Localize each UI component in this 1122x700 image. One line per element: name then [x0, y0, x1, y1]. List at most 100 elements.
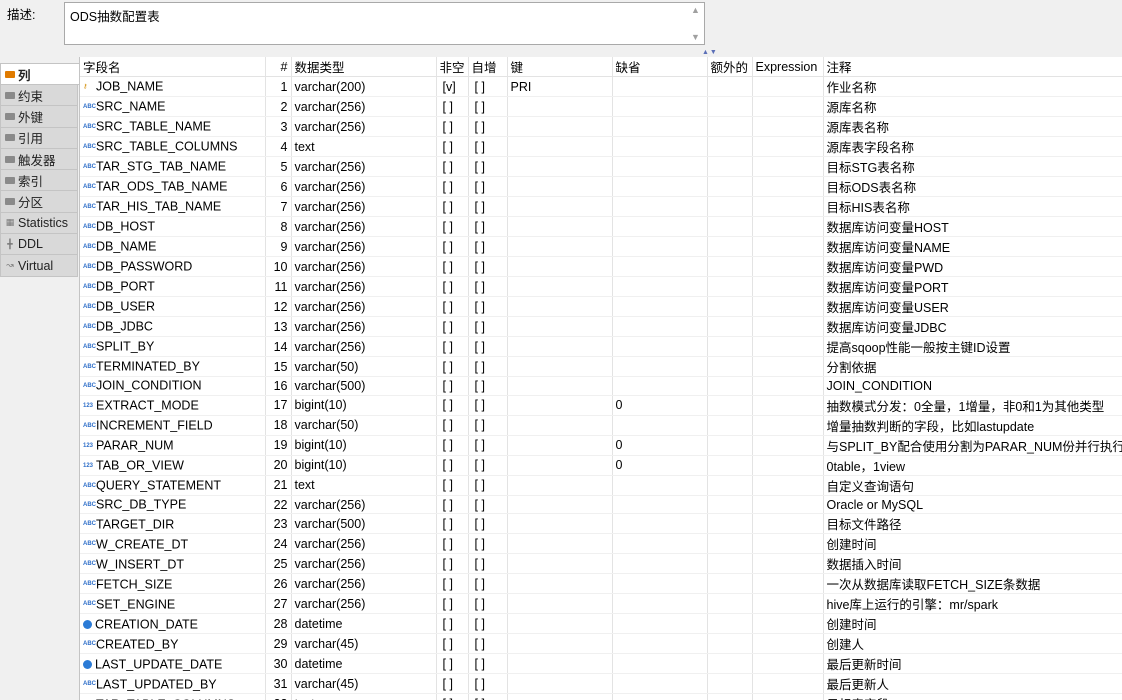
cell-comment[interactable]: 目标表字段 [823, 693, 1122, 700]
cell-key[interactable] [507, 136, 613, 157]
cell-key[interactable] [507, 176, 613, 197]
cell-extra[interactable] [707, 216, 753, 237]
cell-name[interactable]: ABCTAR_ODS_TAB_NAME [80, 176, 266, 197]
cell-comment[interactable]: JOIN_CONDITION [823, 376, 1122, 396]
cell-key[interactable] [507, 116, 613, 137]
cell-expression[interactable] [752, 513, 824, 535]
cell-expression[interactable] [752, 96, 824, 117]
table-row[interactable]: 123 PARAR_NUM 19 bigint(10)[ ][ ] 0 与SPLIT_BY… [80, 435, 1122, 456]
table-row[interactable]: ABCSET_ENGINE 27 varchar(256)[ ][ ] hive库上运… [80, 593, 1122, 615]
cell-default[interactable] [612, 415, 708, 436]
cell-auto-increment-checkbox[interactable]: [ ] [468, 236, 508, 257]
cell-expression[interactable] [752, 256, 824, 277]
cell-ordinal[interactable]: 9 [265, 236, 292, 257]
cell-auto-increment-checkbox[interactable]: [ ] [468, 613, 508, 635]
cell-ordinal[interactable]: 2 [265, 96, 292, 117]
cell-default[interactable] [612, 256, 708, 277]
cell-auto-increment-checkbox[interactable]: [ ] [468, 495, 508, 515]
cell-auto-increment-checkbox[interactable]: [ ] [468, 276, 508, 297]
cell-key[interactable] [507, 236, 613, 257]
cell-expression[interactable] [752, 415, 824, 436]
cell-not-null-checkbox[interactable]: [ ] [436, 256, 469, 277]
cell-not-null-checkbox[interactable]: [ ] [436, 475, 469, 496]
cell-ordinal[interactable]: 16 [265, 376, 292, 396]
cell-default[interactable] [612, 613, 708, 635]
cell-default[interactable] [612, 316, 708, 337]
table-row[interactable]: ABCDB_PASSWORD 10 varchar(256)[ ][ ] 数据库访问变… [80, 256, 1122, 277]
cell-type[interactable]: datetime [291, 653, 437, 675]
cell-type[interactable]: bigint(10) [291, 455, 437, 476]
tab-3[interactable]: 引用 [0, 127, 78, 149]
cell-ordinal[interactable]: 17 [265, 395, 292, 416]
cell-comment[interactable]: 目标文件路径 [823, 513, 1122, 535]
cell-extra[interactable] [707, 176, 753, 197]
cell-extra[interactable] [707, 495, 753, 515]
table-row[interactable]: ABCTAR_STG_TAB_NAME 5 varchar(256)[ ][ ] 目标… [80, 156, 1122, 177]
cell-default[interactable] [612, 236, 708, 257]
cell-ordinal[interactable]: 25 [265, 553, 292, 575]
cell-auto-increment-checkbox[interactable]: [ ] [468, 693, 508, 700]
cell-extra[interactable] [707, 673, 753, 695]
cell-name[interactable]: ABCW_INSERT_DT [80, 553, 266, 575]
cell-comment[interactable]: hive库上运行的引擎：mr/spark [823, 593, 1122, 615]
cell-name[interactable]: ABCW_CREATE_DT [80, 533, 266, 555]
cell-type[interactable]: varchar(256) [291, 196, 437, 217]
cell-not-null-checkbox[interactable]: [ ] [436, 336, 469, 357]
cell-key[interactable]: PRI [507, 76, 613, 97]
cell-auto-increment-checkbox[interactable]: [ ] [468, 256, 508, 277]
cell-expression[interactable] [752, 116, 824, 137]
cell-not-null-checkbox[interactable]: [ ] [436, 276, 469, 297]
cell-auto-increment-checkbox[interactable]: [ ] [468, 196, 508, 217]
cell-auto-increment-checkbox[interactable]: [ ] [468, 553, 508, 575]
description-scrollbar[interactable]: ▲ ▼ [687, 3, 704, 44]
column-header-default[interactable]: 缺省 [612, 57, 708, 77]
cell-comment[interactable]: 数据库访问变量PORT [823, 276, 1122, 297]
cell-extra[interactable] [707, 593, 753, 615]
column-header-auto-increment[interactable]: 自增 [468, 57, 508, 77]
cell-default[interactable] [612, 553, 708, 575]
table-row[interactable]: ⚷ JOB_NAME 1 varchar(200) [v][ ] PRI 作业名称 [80, 76, 1122, 97]
cell-not-null-checkbox[interactable]: [ ] [436, 613, 469, 635]
table-row[interactable]: CREATION_DATE 28 datetime[ ][ ] 创建时间 [80, 613, 1122, 635]
cell-type[interactable]: varchar(50) [291, 415, 437, 436]
cell-name[interactable]: ABCINCREMENT_FIELD [80, 415, 266, 436]
cell-key[interactable] [507, 633, 613, 655]
cell-expression[interactable] [752, 533, 824, 555]
table-row[interactable]: ABCTERMINATED_BY 15 varchar(50)[ ][ ] 分割依据 [80, 356, 1122, 377]
cell-comment[interactable]: 源库表字段名称 [823, 136, 1122, 157]
cell-name[interactable]: ABCSRC_TABLE_COLUMNS [80, 136, 266, 157]
cell-ordinal[interactable]: 24 [265, 533, 292, 555]
cell-name[interactable]: LAST_UPDATE_DATE [80, 653, 266, 675]
cell-ordinal[interactable]: 6 [265, 176, 292, 197]
cell-expression[interactable] [752, 296, 824, 317]
tab-1[interactable]: 约束 [0, 85, 78, 107]
cell-comment[interactable]: 分割依据 [823, 356, 1122, 377]
cell-default[interactable] [612, 296, 708, 317]
column-header-type[interactable]: 数据类型 [291, 57, 437, 77]
cell-type[interactable]: varchar(256) [291, 593, 437, 615]
cell-name[interactable]: ABCDB_NAME [80, 236, 266, 257]
cell-key[interactable] [507, 156, 613, 177]
cell-auto-increment-checkbox[interactable]: [ ] [468, 673, 508, 695]
cell-extra[interactable] [707, 356, 753, 377]
cell-auto-increment-checkbox[interactable]: [ ] [468, 76, 508, 97]
cell-key[interactable] [507, 356, 613, 377]
cell-extra[interactable] [707, 553, 753, 575]
cell-extra[interactable] [707, 116, 753, 137]
cell-expression[interactable] [752, 276, 824, 297]
cell-auto-increment-checkbox[interactable]: [ ] [468, 593, 508, 615]
column-header-not-null[interactable]: 非空 [436, 57, 469, 77]
cell-expression[interactable] [752, 336, 824, 357]
cell-comment[interactable]: 数据库访问变量NAME [823, 236, 1122, 257]
cell-comment[interactable]: 数据插入时间 [823, 553, 1122, 575]
cell-name[interactable]: ABCQUERY_STATEMENT [80, 475, 266, 496]
cell-expression[interactable] [752, 376, 824, 396]
cell-ordinal[interactable]: 22 [265, 495, 292, 515]
cell-default[interactable] [612, 633, 708, 655]
cell-not-null-checkbox[interactable]: [ ] [436, 513, 469, 535]
cell-comment[interactable]: 增量抽数判断的字段，比如lastupdate [823, 415, 1122, 436]
cell-not-null-checkbox[interactable]: [ ] [436, 216, 469, 237]
tab-8[interactable]: ╋ DDL [0, 234, 78, 256]
cell-default[interactable] [612, 376, 708, 396]
cell-type[interactable]: text [291, 693, 437, 700]
